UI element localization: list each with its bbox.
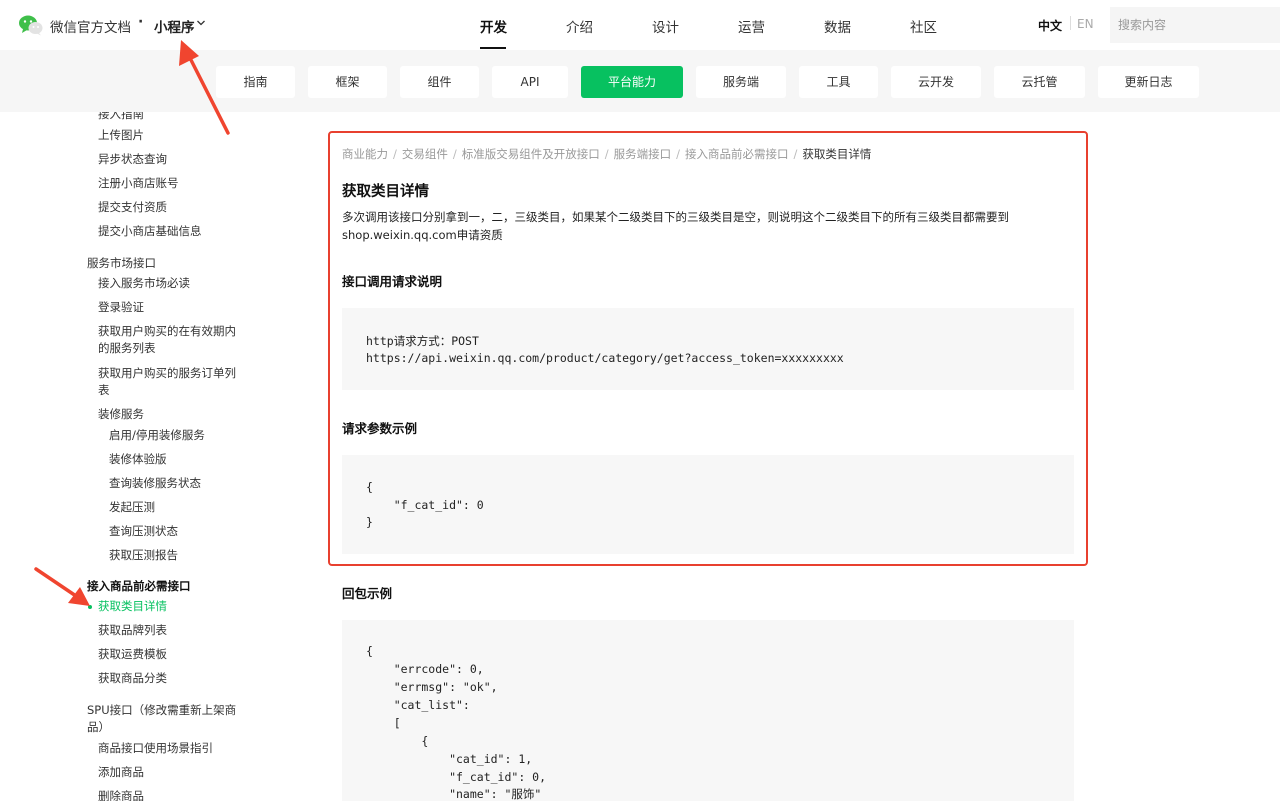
sidebar-item[interactable]: 提交支付资质 xyxy=(98,199,167,216)
code-line: https://api.weixin.qq.com/product/catego… xyxy=(366,351,844,365)
code-line: "errcode": 0, xyxy=(366,662,484,676)
sidebar-item[interactable]: 启用/停用装修服务 xyxy=(109,427,205,444)
breadcrumb-current: 获取类目详情 xyxy=(802,147,872,161)
breadcrumb-item[interactable]: 交易组件 xyxy=(402,147,448,161)
tab-cloud-dev[interactable]: 云开发 xyxy=(891,66,981,98)
code-line: "name": "服饰" xyxy=(366,787,542,801)
code-line: [ xyxy=(366,716,401,730)
tab-guide[interactable]: 指南 xyxy=(216,66,295,98)
breadcrumb-item[interactable]: 接入商品前必需接口 xyxy=(685,147,789,161)
nav-develop[interactable]: 开发 xyxy=(480,16,507,36)
breadcrumb-item[interactable]: 标准版交易组件及开放接口 xyxy=(462,147,600,161)
description-line: 多次调用该接口分别拿到一，二，三级类目，如果某个二级类目下的三级类目是空，则说明… xyxy=(342,210,1009,224)
nav-design[interactable]: 设计 xyxy=(652,16,679,36)
sidebar-group[interactable]: SPU接口（修改需重新上架商 xyxy=(87,702,236,719)
top-header: 微信官方文档 · 小程序 开发 介绍 设计 运营 数据 社区 中文 EN xyxy=(0,0,1280,50)
nav-data[interactable]: 数据 xyxy=(824,16,851,36)
code-block-params: { "f_cat_id": 0 } xyxy=(342,455,1074,554)
nav-active-indicator xyxy=(480,47,506,49)
breadcrumb-item[interactable]: 服务端接口 xyxy=(614,147,672,161)
tab-cloud-hosting[interactable]: 云托管 xyxy=(994,66,1085,98)
tab-framework[interactable]: 框架 xyxy=(308,66,387,98)
code-block-request: http请求方式：POST https://api.weixin.qq.com/… xyxy=(342,308,1074,390)
sidebar-item[interactable]: 获取运费模板 xyxy=(98,646,167,663)
tab-tools[interactable]: 工具 xyxy=(799,66,878,98)
code-line: } xyxy=(366,515,373,529)
sidebar-item[interactable]: 表 xyxy=(98,382,110,399)
sidebar-item[interactable]: 查询装修服务状态 xyxy=(109,475,201,492)
sidebar-item[interactable]: 接入服务市场必读 xyxy=(98,275,190,292)
code-line: "cat_list": xyxy=(366,698,470,712)
sidebar-item[interactable]: 发起压测 xyxy=(109,499,155,516)
tab-api[interactable]: API xyxy=(492,66,568,98)
sidebar-item[interactable]: 上传图片 xyxy=(98,127,144,144)
page-title: 获取类目详情 xyxy=(342,184,429,200)
sidebar-item[interactable]: 注册小商店账号 xyxy=(98,175,179,192)
brand-separator: · xyxy=(138,14,144,30)
sidebar-item[interactable]: 添加商品 xyxy=(98,764,144,781)
page-description: 多次调用该接口分别拿到一，二，三级类目，如果某个二级类目下的三级类目是空，则说明… xyxy=(342,209,1072,244)
sidebar-item[interactable]: 获取商品分类 xyxy=(98,670,167,687)
breadcrumb: 商业能力 / 交易组件 / 标准版交易组件及开放接口 / 服务端接口 / 接入商品前必需接口 / 获… xyxy=(342,147,872,161)
tab-components[interactable]: 组件 xyxy=(400,66,479,98)
sidebar: 接入指南 上传图片 异步状态查询 注册小商店账号 提交支付资质 提交小商店基础信… xyxy=(40,112,265,801)
section-heading-request: 接口调用请求说明 xyxy=(342,274,443,289)
description-line: shop.weixin.qq.com申请资质 xyxy=(342,227,503,242)
sidebar-item-active[interactable]: 获取类目详情 xyxy=(98,598,167,615)
lang-divider xyxy=(1070,16,1071,30)
sidebar-item[interactable]: 提交小商店基础信息 xyxy=(98,223,202,240)
sidebar-item[interactable]: 获取压测报告 xyxy=(109,547,178,564)
sidebar-item[interactable]: 商品接口使用场景指引 xyxy=(98,740,213,757)
code-line: { xyxy=(366,734,429,748)
sidebar-item[interactable]: 装修服务 xyxy=(98,406,144,423)
product-switcher[interactable]: 小程序 xyxy=(154,16,195,36)
sidebar-group[interactable]: 服务市场接口 xyxy=(87,255,156,272)
code-line: { xyxy=(366,480,373,494)
sidebar-item[interactable]: 登录验证 xyxy=(98,299,144,316)
nav-operations[interactable]: 运营 xyxy=(738,16,765,36)
tab-platform-capabilities[interactable]: 平台能力 xyxy=(581,66,683,98)
sidebar-item[interactable]: 获取品牌列表 xyxy=(98,622,167,639)
code-line: "errmsg": "ok", xyxy=(366,680,498,694)
sidebar-item[interactable]: 异步状态查询 xyxy=(98,151,167,168)
sub-nav: 指南 框架 组件 API 平台能力 服务端 工具 云开发 云托管 更新日志 xyxy=(0,50,1280,112)
brand-title[interactable]: 微信官方文档 xyxy=(50,16,131,36)
code-line: "f_cat_id": 0 xyxy=(366,498,484,512)
sidebar-item[interactable]: 的服务列表 xyxy=(98,340,156,357)
search-input[interactable] xyxy=(1110,7,1280,43)
code-line: http请求方式：POST xyxy=(366,334,479,348)
code-line: { xyxy=(366,644,373,658)
nav-community[interactable]: 社区 xyxy=(910,16,937,36)
sidebar-item[interactable]: 查询压测状态 xyxy=(109,523,178,540)
tab-server[interactable]: 服务端 xyxy=(696,66,786,98)
chevron-down-icon[interactable] xyxy=(196,18,206,28)
sidebar-item-partial[interactable]: 接入指南 xyxy=(98,112,144,122)
code-block-response: { "errcode": 0, "errmsg": "ok", "cat_lis… xyxy=(342,620,1074,801)
code-line: "cat_id": 1, xyxy=(366,752,533,766)
sidebar-group[interactable]: 品） xyxy=(87,719,110,736)
lang-english[interactable]: EN xyxy=(1077,17,1094,31)
sidebar-group[interactable]: 接入商品前必需接口 xyxy=(87,578,191,595)
sidebar-item[interactable]: 删除商品 xyxy=(98,788,144,801)
section-heading-response: 回包示例 xyxy=(342,586,393,601)
sidebar-item[interactable]: 装修体验版 xyxy=(109,451,167,468)
code-line: "f_cat_id": 0, xyxy=(366,770,547,784)
section-heading-params: 请求参数示例 xyxy=(342,421,418,436)
breadcrumb-item[interactable]: 商业能力 xyxy=(342,147,388,161)
active-dot-icon xyxy=(88,605,92,609)
sidebar-item[interactable]: 获取用户购买的服务订单列 xyxy=(98,365,236,382)
tab-changelog[interactable]: 更新日志 xyxy=(1098,66,1199,98)
lang-chinese[interactable]: 中文 xyxy=(1038,17,1062,34)
sidebar-item[interactable]: 获取用户购买的在有效期内 xyxy=(98,323,236,340)
wechat-logo-icon[interactable] xyxy=(18,14,44,36)
nav-intro[interactable]: 介绍 xyxy=(566,16,593,36)
